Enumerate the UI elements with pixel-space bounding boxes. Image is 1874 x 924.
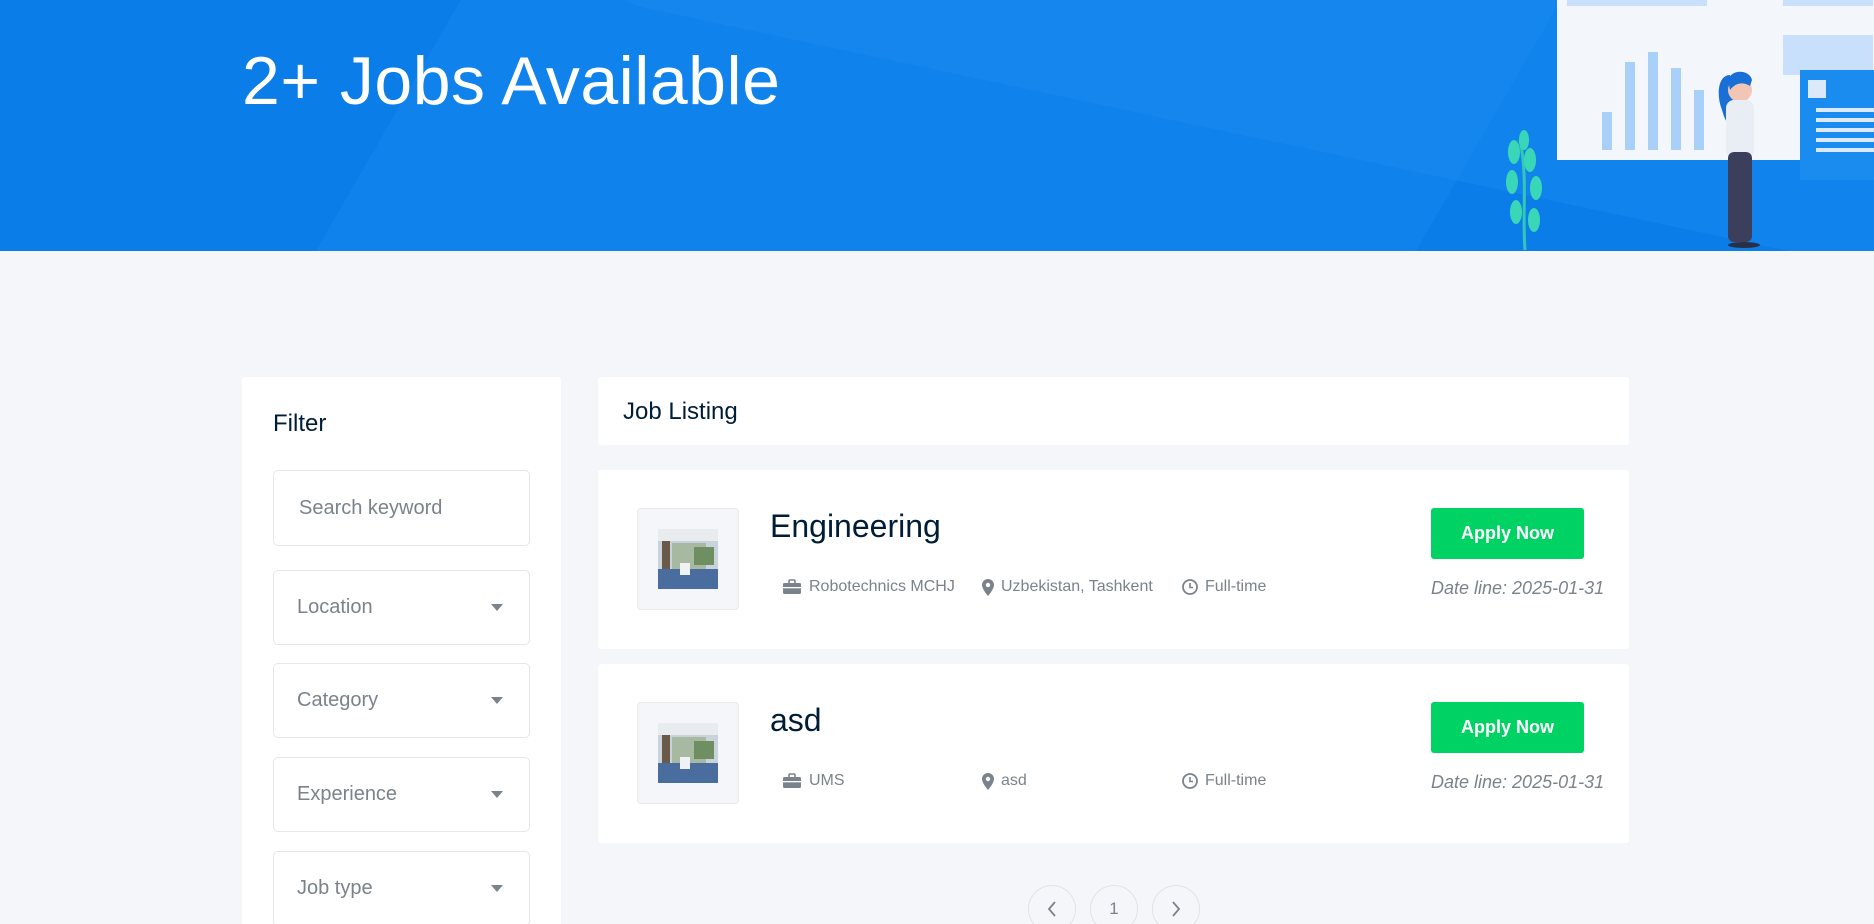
company-logo — [637, 508, 739, 610]
chevron-right-icon — [1172, 901, 1181, 917]
job-card: asd UMS asd Full-time Apply Now Date lin… — [598, 664, 1629, 843]
experience-select[interactable]: Experience — [273, 757, 530, 832]
job-type: Full-time — [1182, 578, 1266, 596]
location-select[interactable]: Location — [273, 570, 530, 645]
job-type-text: Full-time — [1205, 578, 1267, 595]
briefcase-icon — [783, 579, 801, 594]
job-dateline: Date line: 2025-01-31 — [1431, 772, 1605, 792]
job-listing-header: Job Listing — [598, 377, 1629, 445]
map-marker-icon — [982, 772, 994, 790]
filter-title: Filter — [273, 410, 327, 437]
caret-down-icon — [491, 697, 503, 704]
caret-down-icon — [491, 885, 503, 892]
caret-down-icon — [491, 791, 503, 798]
clock-icon — [1182, 579, 1198, 595]
hero-illustration — [1506, 0, 1874, 251]
job-company: UMS — [782, 772, 845, 790]
job-location: Uzbekistan, Tashkent — [982, 578, 1153, 596]
job-type-select-label: Job type — [297, 877, 373, 899]
job-company: Robotechnics MCHJ — [782, 578, 955, 596]
job-company-name: UMS — [809, 772, 845, 789]
pagination-page-1[interactable]: 1 — [1090, 885, 1138, 924]
job-title[interactable]: Engineering — [770, 508, 941, 545]
company-image — [658, 723, 718, 783]
job-title[interactable]: asd — [770, 702, 822, 739]
job-type-text: Full-time — [1205, 772, 1267, 789]
job-location: asd — [982, 772, 1027, 790]
search-field[interactable] — [273, 470, 530, 546]
search-input[interactable] — [274, 471, 529, 545]
clock-icon — [1182, 773, 1198, 789]
chevron-left-icon — [1047, 901, 1056, 917]
job-type: Full-time — [1182, 772, 1266, 790]
job-dateline: Date line: 2025-01-31 — [1431, 578, 1605, 598]
company-image — [658, 529, 718, 589]
map-marker-icon — [982, 578, 994, 596]
hero-banner: 2+ Jobs Available — [0, 0, 1874, 251]
job-location-text: asd — [1001, 772, 1027, 789]
job-card: Engineering Robotechnics MCHJ Uzbekistan… — [598, 470, 1629, 649]
location-select-label: Location — [297, 596, 373, 618]
pagination-next-button[interactable] — [1152, 885, 1200, 924]
job-listing-title: Job Listing — [623, 398, 738, 425]
job-company-name: Robotechnics MCHJ — [809, 578, 955, 595]
category-select-label: Category — [297, 689, 379, 711]
filter-panel: Filter Location Category Experience Job … — [242, 377, 561, 924]
pagination-prev-button[interactable] — [1028, 885, 1076, 924]
apply-now-button[interactable]: Apply Now — [1431, 508, 1584, 559]
experience-select-label: Experience — [297, 783, 398, 805]
caret-down-icon — [491, 604, 503, 611]
pagination-page-number: 1 — [1109, 899, 1119, 918]
apply-now-button[interactable]: Apply Now — [1431, 702, 1584, 753]
company-logo — [637, 702, 739, 804]
job-type-select[interactable]: Job type — [273, 851, 530, 924]
briefcase-icon — [783, 773, 801, 788]
category-select[interactable]: Category — [273, 663, 530, 738]
job-location-text: Uzbekistan, Tashkent — [1001, 578, 1153, 595]
